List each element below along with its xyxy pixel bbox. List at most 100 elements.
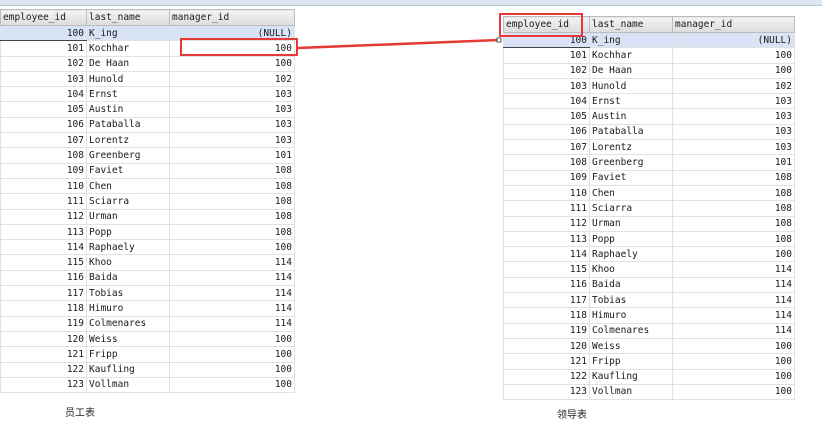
cell-manager-id[interactable]: 108 (672, 215, 795, 232)
cell-last-name[interactable]: K_ing (86, 24, 170, 42)
cell-manager-id[interactable]: 103 (169, 116, 295, 134)
table-row[interactable]: 107 Lorentz 103 (0, 132, 295, 149)
cell-employee-id[interactable]: 101 (503, 47, 590, 64)
cell-employee-id[interactable]: 117 (0, 285, 87, 302)
cell-last-name[interactable]: Chen (589, 184, 673, 202)
cell-last-name[interactable]: Popp (86, 223, 170, 241)
table-row[interactable]: 116 Baida 114 (0, 269, 295, 287)
column-header-manager-id[interactable]: manager_id (169, 9, 295, 26)
cell-employee-id[interactable]: 111 (503, 200, 590, 217)
cell-employee-id[interactable]: 107 (503, 139, 590, 156)
cell-last-name[interactable]: De Haan (589, 62, 673, 79)
cell-employee-id[interactable]: 114 (503, 246, 590, 263)
cell-last-name[interactable]: Colmenares (589, 322, 673, 339)
cell-last-name[interactable]: Kaufling (86, 361, 170, 378)
cell-manager-id[interactable]: 100 (672, 368, 795, 385)
cell-last-name[interactable]: Ernst (86, 86, 170, 103)
cell-employee-id[interactable]: 104 (0, 86, 87, 103)
table-row[interactable]: 120 Weiss 100 (503, 337, 795, 355)
cell-manager-id[interactable]: 103 (672, 108, 795, 125)
cell-last-name[interactable]: Vollman (86, 376, 170, 394)
table-row[interactable]: 114 Raphaely 100 (0, 239, 295, 256)
cell-manager-id[interactable]: 100 (169, 55, 295, 72)
cell-manager-id[interactable]: 114 (169, 300, 295, 317)
table-row[interactable]: 102 De Haan 100 (0, 55, 295, 72)
cell-employee-id[interactable]: 102 (0, 55, 87, 72)
cell-employee-id[interactable]: 100 (0, 24, 87, 42)
cell-employee-id[interactable]: 123 (0, 376, 87, 394)
table-row[interactable]: 108 Greenberg 101 (503, 154, 795, 171)
cell-last-name[interactable]: Kochhar (86, 40, 170, 57)
table-row[interactable]: 123 Vollman 100 (0, 376, 295, 394)
cell-last-name[interactable]: Kaufling (589, 368, 673, 385)
cell-last-name[interactable]: Urman (86, 208, 170, 225)
cell-last-name[interactable]: Weiss (589, 337, 673, 355)
cell-employee-id[interactable]: 114 (0, 239, 87, 256)
cell-employee-id[interactable]: 103 (503, 77, 590, 95)
table-row[interactable]: 117 Tobias 114 (0, 285, 295, 302)
cell-manager-id[interactable]: 114 (169, 269, 295, 287)
cell-last-name[interactable]: Sciarra (589, 200, 673, 217)
cell-employee-id[interactable]: 111 (0, 193, 87, 210)
cell-manager-id[interactable]: 108 (672, 230, 795, 248)
table-row[interactable]: 122 Kaufling 100 (0, 361, 295, 378)
table-row[interactable]: 112 Urman 108 (503, 215, 795, 232)
cell-manager-id[interactable]: 100 (169, 376, 295, 394)
cell-manager-id[interactable]: 114 (672, 292, 795, 309)
cell-employee-id[interactable]: 102 (503, 62, 590, 79)
cell-employee-id[interactable]: 105 (0, 101, 87, 118)
cell-manager-id[interactable]: 100 (169, 330, 295, 348)
cell-last-name[interactable]: Raphaely (589, 246, 673, 263)
cell-last-name[interactable]: Pataballa (86, 116, 170, 134)
cell-last-name[interactable]: K_ing (589, 31, 673, 49)
cell-manager-id[interactable]: 100 (169, 239, 295, 256)
cell-manager-id[interactable]: 103 (169, 132, 295, 149)
table-row[interactable]: 105 Austin 103 (503, 108, 795, 125)
table-row[interactable]: 109 Faviet 108 (503, 169, 795, 186)
table-row[interactable]: 123 Vollman 100 (503, 383, 795, 401)
table-row[interactable]: 122 Kaufling 100 (503, 368, 795, 385)
cell-last-name[interactable]: Baida (86, 269, 170, 287)
cell-manager-id[interactable]: 108 (169, 162, 295, 179)
table-row[interactable]: 121 Fripp 100 (0, 346, 295, 363)
cell-employee-id[interactable]: 106 (0, 116, 87, 134)
cell-last-name[interactable]: Himuro (86, 300, 170, 317)
cell-employee-id[interactable]: 110 (0, 177, 87, 195)
cell-employee-id[interactable]: 121 (0, 346, 87, 363)
cell-last-name[interactable]: Raphaely (86, 239, 170, 256)
cell-manager-id[interactable]: 102 (169, 70, 295, 88)
cell-employee-id[interactable]: 104 (503, 93, 590, 110)
cell-last-name[interactable]: Khoo (86, 254, 170, 271)
cell-employee-id[interactable]: 117 (503, 292, 590, 309)
cell-employee-id[interactable]: 101 (0, 40, 87, 57)
cell-manager-id[interactable]: 108 (169, 208, 295, 225)
cell-manager-id[interactable]: 108 (672, 169, 795, 186)
cell-manager-id[interactable]: (NULL) (672, 31, 795, 49)
cell-last-name[interactable]: Faviet (86, 162, 170, 179)
cell-last-name[interactable]: Sciarra (86, 193, 170, 210)
column-header-manager-id[interactable]: manager_id (672, 16, 795, 33)
table-row[interactable]: 118 Himuro 114 (0, 300, 295, 317)
cell-employee-id[interactable]: 119 (503, 322, 590, 339)
table-row[interactable]: 106 Pataballa 103 (503, 123, 795, 141)
cell-manager-id[interactable]: 108 (169, 193, 295, 210)
table-row[interactable]: 106 Pataballa 103 (0, 116, 295, 134)
cell-last-name[interactable]: Fripp (86, 346, 170, 363)
cell-employee-id[interactable]: 107 (0, 132, 87, 149)
cell-manager-id[interactable]: 108 (672, 200, 795, 217)
cell-last-name[interactable]: Tobias (86, 285, 170, 302)
cell-manager-id[interactable]: 100 (672, 337, 795, 355)
cell-last-name[interactable]: Faviet (589, 169, 673, 186)
column-header-last-name[interactable]: last_name (589, 16, 673, 33)
cell-manager-id[interactable]: 103 (169, 86, 295, 103)
table-row[interactable]: 101 Kochhar 100 (503, 47, 795, 64)
cell-last-name[interactable]: Colmenares (86, 315, 170, 332)
column-header-last-name[interactable]: last_name (86, 9, 170, 26)
cell-last-name[interactable]: Lorentz (86, 132, 170, 149)
table-row[interactable]: 104 Ernst 103 (0, 86, 295, 103)
cell-employee-id[interactable]: 115 (503, 261, 590, 278)
cell-manager-id[interactable]: 114 (169, 285, 295, 302)
cell-manager-id[interactable]: 101 (672, 154, 795, 171)
cell-last-name[interactable]: Austin (86, 101, 170, 118)
table-row[interactable]: 114 Raphaely 100 (503, 246, 795, 263)
